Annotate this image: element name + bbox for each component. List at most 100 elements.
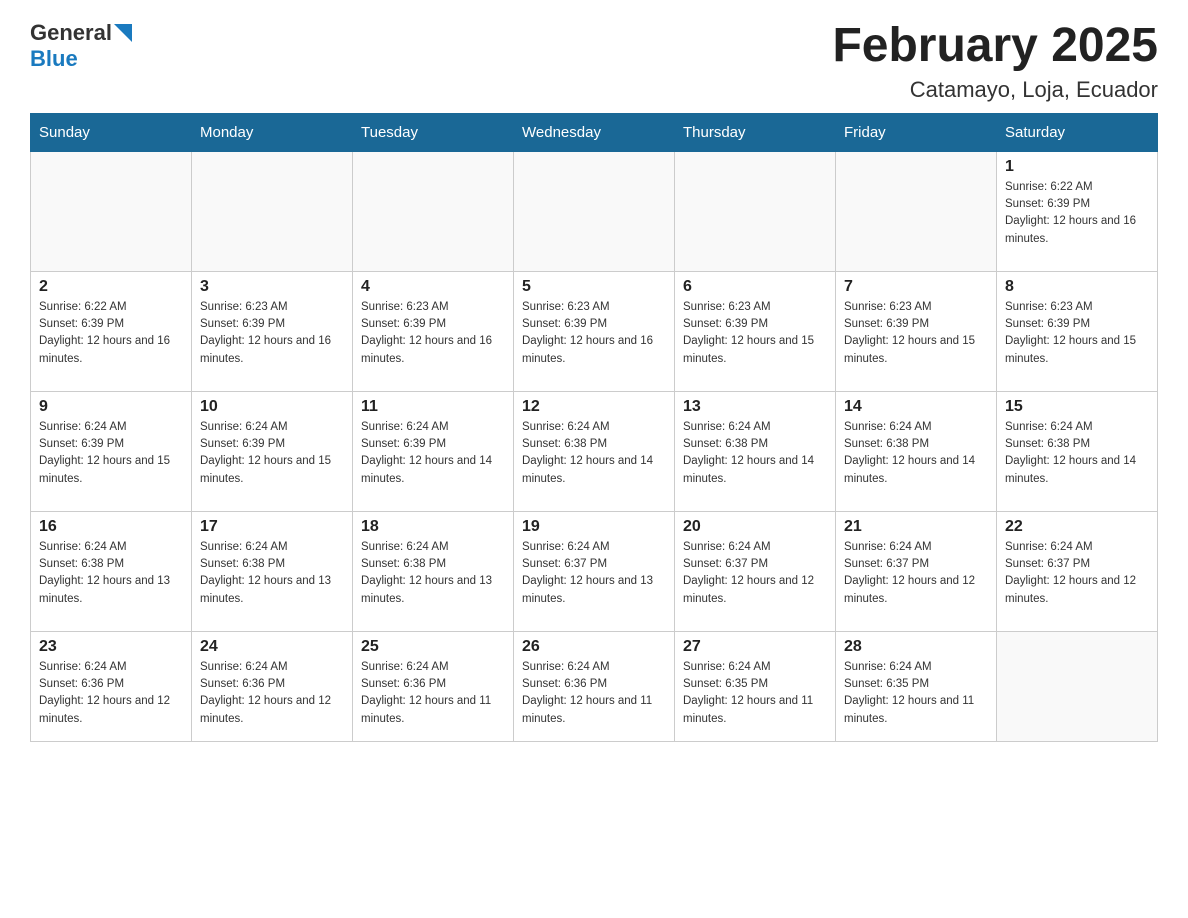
- logo-triangle-icon: [114, 24, 132, 42]
- calendar-cell: 18Sunrise: 6:24 AM Sunset: 6:38 PM Dayli…: [353, 511, 514, 631]
- day-number: 17: [200, 518, 344, 536]
- calendar-cell: 14 Sunrise: 6:24 AM Sunset: 6:38 PM Dayli…: [836, 391, 997, 511]
- day-info: Sunrise: 6:24 AM Sunset: 6:37 PM Dayligh…: [1005, 539, 1149, 608]
- day-info: Sunrise: 6:24 AM Sunset: 6:35 PM Dayligh…: [844, 659, 988, 728]
- calendar-week-2: 2 Sunrise: 6:22 AM Sunset: 6:39 PM Daylig…: [31, 271, 1158, 391]
- day-info: Sunrise: 6:24 AM Sunset: 6:38 PM Dayligh…: [361, 539, 505, 608]
- day-number: 13: [683, 398, 827, 416]
- day-info: Sunrise: 6:23 AM Sunset: 6:39 PM Dayligh…: [200, 299, 344, 368]
- day-number: 15: [1005, 398, 1149, 416]
- calendar-cell: 20Sunrise: 6:24 AM Sunset: 6:37 PM Dayli…: [675, 511, 836, 631]
- day-number: 7: [844, 278, 988, 296]
- calendar-cell: 22 Sunrise: 6:24 AM Sunset: 6:37 PM Dayli…: [997, 511, 1158, 631]
- calendar-week-5: 23 Sunrise: 6:24 AM Sunset: 6:36 PM Dayli…: [31, 631, 1158, 741]
- day-number: 16: [39, 518, 183, 536]
- calendar-cell: [997, 631, 1158, 741]
- day-info: Sunrise: 6:23 AM Sunset: 6:39 PM Dayligh…: [361, 299, 505, 368]
- day-number: 5: [522, 278, 666, 296]
- day-info: Sunrise: 6:24 AM Sunset: 6:36 PM Dayligh…: [39, 659, 183, 728]
- calendar-cell: [353, 151, 514, 271]
- calendar-cell: 10 Sunrise: 6:24 AM Sunset: 6:39 PM Dayli…: [192, 391, 353, 511]
- col-tuesday: Tuesday: [353, 113, 514, 151]
- day-number: 23: [39, 638, 183, 656]
- day-number: 3: [200, 278, 344, 296]
- day-info: Sunrise: 6:23 AM Sunset: 6:39 PM Dayligh…: [1005, 299, 1149, 368]
- calendar-cell: 23 Sunrise: 6:24 AM Sunset: 6:36 PM Dayli…: [31, 631, 192, 741]
- calendar-cell: 3 Sunrise: 6:23 AM Sunset: 6:39 PM Daylig…: [192, 271, 353, 391]
- day-info: Sunrise: 6:24 AM Sunset: 6:36 PM Dayligh…: [200, 659, 344, 728]
- calendar-table: Sunday Monday Tuesday Wednesday Thursday…: [30, 113, 1158, 742]
- location-title: Catamayo, Loja, Ecuador: [832, 77, 1158, 103]
- day-info: Sunrise: 6:24 AM Sunset: 6:37 PM Dayligh…: [844, 539, 988, 608]
- calendar-cell: 6 Sunrise: 6:23 AM Sunset: 6:39 PM Daylig…: [675, 271, 836, 391]
- calendar-cell: 21 Sunrise: 6:24 AM Sunset: 6:37 PM Dayli…: [836, 511, 997, 631]
- calendar-cell: 28Sunrise: 6:24 AM Sunset: 6:35 PM Dayli…: [836, 631, 997, 741]
- day-info: Sunrise: 6:23 AM Sunset: 6:39 PM Dayligh…: [844, 299, 988, 368]
- calendar-cell: 17 Sunrise: 6:24 AM Sunset: 6:38 PM Dayli…: [192, 511, 353, 631]
- day-info: Sunrise: 6:22 AM Sunset: 6:39 PM Dayligh…: [1005, 179, 1149, 248]
- col-thursday: Thursday: [675, 113, 836, 151]
- calendar-cell: [31, 151, 192, 271]
- title-section: February 2025 Catamayo, Loja, Ecuador: [832, 20, 1158, 103]
- calendar-week-3: 9 Sunrise: 6:24 AM Sunset: 6:39 PM Daylig…: [31, 391, 1158, 511]
- day-number: 24: [200, 638, 344, 656]
- day-number: 14: [844, 398, 988, 416]
- logo: General Blue: [30, 20, 132, 72]
- page-header: General Blue February 2025 Catamayo, Loj…: [30, 20, 1158, 103]
- calendar-cell: 1 Sunrise: 6:22 AM Sunset: 6:39 PM Daylig…: [997, 151, 1158, 271]
- day-info: Sunrise: 6:24 AM Sunset: 6:38 PM Dayligh…: [522, 419, 666, 488]
- day-info: Sunrise: 6:24 AM Sunset: 6:39 PM Dayligh…: [200, 419, 344, 488]
- calendar-cell: 24 Sunrise: 6:24 AM Sunset: 6:36 PM Dayli…: [192, 631, 353, 741]
- day-info: Sunrise: 6:24 AM Sunset: 6:36 PM Dayligh…: [522, 659, 666, 728]
- calendar-cell: [675, 151, 836, 271]
- day-info: Sunrise: 6:24 AM Sunset: 6:37 PM Dayligh…: [683, 539, 827, 608]
- day-info: Sunrise: 6:24 AM Sunset: 6:37 PM Dayligh…: [522, 539, 666, 608]
- day-info: Sunrise: 6:24 AM Sunset: 6:38 PM Dayligh…: [39, 539, 183, 608]
- col-sunday: Sunday: [31, 113, 192, 151]
- calendar-cell: 16 Sunrise: 6:24 AM Sunset: 6:38 PM Dayli…: [31, 511, 192, 631]
- calendar-cell: 25Sunrise: 6:24 AM Sunset: 6:36 PM Dayli…: [353, 631, 514, 741]
- day-number: 19: [522, 518, 666, 536]
- day-number: 9: [39, 398, 183, 416]
- calendar-cell: 13 Sunrise: 6:24 AM Sunset: 6:38 PM Dayli…: [675, 391, 836, 511]
- day-info: Sunrise: 6:24 AM Sunset: 6:38 PM Dayligh…: [683, 419, 827, 488]
- calendar-cell: 2 Sunrise: 6:22 AM Sunset: 6:39 PM Daylig…: [31, 271, 192, 391]
- calendar-cell: 27Sunrise: 6:24 AM Sunset: 6:35 PM Dayli…: [675, 631, 836, 741]
- day-info: Sunrise: 6:24 AM Sunset: 6:38 PM Dayligh…: [200, 539, 344, 608]
- day-number: 21: [844, 518, 988, 536]
- day-number: 10: [200, 398, 344, 416]
- calendar-cell: [836, 151, 997, 271]
- day-info: Sunrise: 6:23 AM Sunset: 6:39 PM Dayligh…: [683, 299, 827, 368]
- col-friday: Friday: [836, 113, 997, 151]
- calendar-cell: 7 Sunrise: 6:23 AM Sunset: 6:39 PM Daylig…: [836, 271, 997, 391]
- day-number: 6: [683, 278, 827, 296]
- day-info: Sunrise: 6:24 AM Sunset: 6:38 PM Dayligh…: [1005, 419, 1149, 488]
- day-info: Sunrise: 6:24 AM Sunset: 6:39 PM Dayligh…: [361, 419, 505, 488]
- calendar-cell: 8Sunrise: 6:23 AM Sunset: 6:39 PM Daylig…: [997, 271, 1158, 391]
- calendar-cell: 9 Sunrise: 6:24 AM Sunset: 6:39 PM Daylig…: [31, 391, 192, 511]
- calendar-cell: [514, 151, 675, 271]
- day-number: 11: [361, 398, 505, 416]
- day-number: 12: [522, 398, 666, 416]
- calendar-cell: 11 Sunrise: 6:24 AM Sunset: 6:39 PM Dayli…: [353, 391, 514, 511]
- day-number: 4: [361, 278, 505, 296]
- calendar-cell: 4 Sunrise: 6:23 AM Sunset: 6:39 PM Daylig…: [353, 271, 514, 391]
- day-number: 22: [1005, 518, 1149, 536]
- col-wednesday: Wednesday: [514, 113, 675, 151]
- day-info: Sunrise: 6:24 AM Sunset: 6:38 PM Dayligh…: [844, 419, 988, 488]
- day-number: 26: [522, 638, 666, 656]
- day-number: 2: [39, 278, 183, 296]
- day-number: 27: [683, 638, 827, 656]
- calendar-cell: 15 Sunrise: 6:24 AM Sunset: 6:38 PM Dayli…: [997, 391, 1158, 511]
- logo-blue: Blue: [30, 46, 78, 71]
- day-info: Sunrise: 6:24 AM Sunset: 6:36 PM Dayligh…: [361, 659, 505, 728]
- month-title: February 2025: [832, 20, 1158, 73]
- day-number: 1: [1005, 158, 1149, 176]
- calendar-cell: 5Sunrise: 6:23 AM Sunset: 6:39 PM Daylig…: [514, 271, 675, 391]
- day-info: Sunrise: 6:24 AM Sunset: 6:39 PM Dayligh…: [39, 419, 183, 488]
- col-saturday: Saturday: [997, 113, 1158, 151]
- calendar-header-row: Sunday Monday Tuesday Wednesday Thursday…: [31, 113, 1158, 151]
- calendar-cell: 26 Sunrise: 6:24 AM Sunset: 6:36 PM Dayli…: [514, 631, 675, 741]
- logo-general: General: [30, 20, 112, 46]
- day-info: Sunrise: 6:22 AM Sunset: 6:39 PM Dayligh…: [39, 299, 183, 368]
